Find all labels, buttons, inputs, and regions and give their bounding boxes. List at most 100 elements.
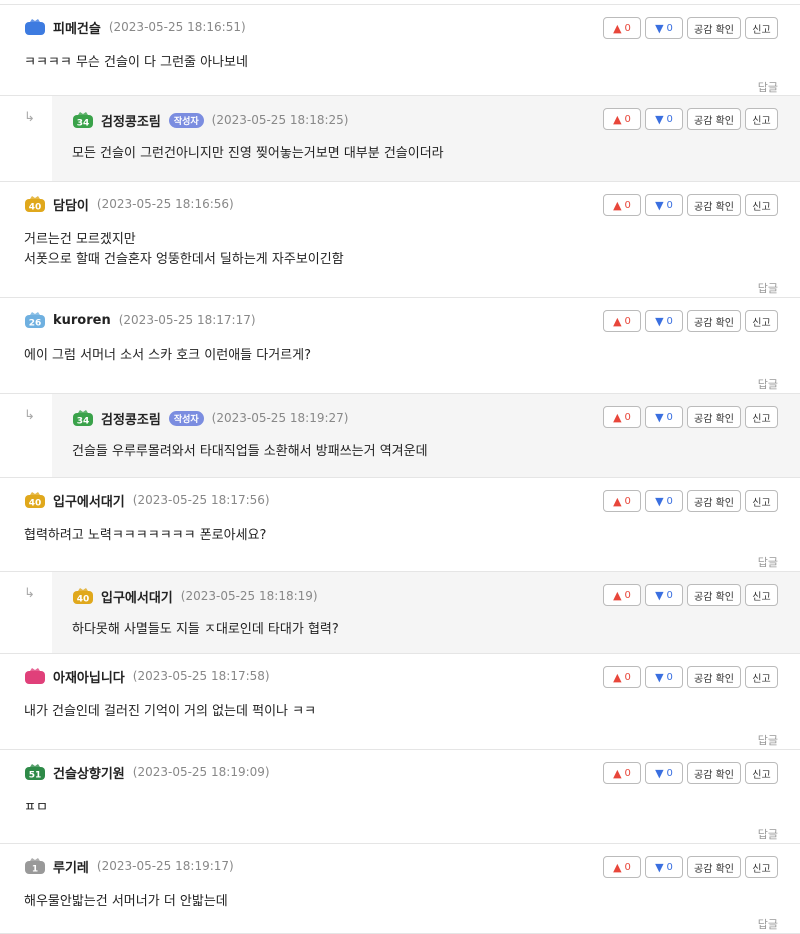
dislike-button[interactable]: ▼ 0 <box>645 194 683 216</box>
thumb-down-icon: ▼ <box>655 860 664 874</box>
reply-link[interactable]: 답글 <box>758 732 778 748</box>
reply-arrow-icon: ↳ <box>24 586 35 601</box>
dislike-button[interactable]: ▼ 0 <box>645 584 683 606</box>
dislike-button[interactable]: ▼ 0 <box>645 762 683 784</box>
report-button[interactable]: 신고 <box>745 584 778 606</box>
comment-text: 해우물안밟는건 서머너가 더 안밟는데 <box>24 894 228 909</box>
like-button[interactable]: ▲ 0 <box>603 856 641 878</box>
author-badge: 작성자 <box>168 410 204 426</box>
svg-text:40: 40 <box>29 499 42 509</box>
nickname[interactable]: 담담이 <box>53 195 89 214</box>
report-button[interactable]: 신고 <box>745 17 778 39</box>
nickname[interactable]: 피메건슬 <box>53 18 101 37</box>
reply-link[interactable]: 답글 <box>758 826 778 842</box>
report-button[interactable]: 신고 <box>745 856 778 878</box>
level-badge-icon: 26 <box>25 312 45 329</box>
thumb-up-icon: ▲ <box>613 494 622 508</box>
empathy-check-button[interactable]: 공감 확인 <box>687 406 741 428</box>
like-button[interactable]: ▲ 0 <box>603 108 641 130</box>
level-badge-icon: 40 <box>73 588 93 605</box>
reply-link[interactable]: 답글 <box>758 554 778 570</box>
report-button[interactable]: 신고 <box>745 194 778 216</box>
level-badge-icon: 40 <box>25 196 45 213</box>
dislike-button[interactable]: ▼ 0 <box>645 490 683 512</box>
level-badge-icon: 1 <box>25 858 45 875</box>
thumb-up-icon: ▲ <box>613 112 622 126</box>
like-count: 0 <box>624 767 631 779</box>
empathy-check-button[interactable]: 공감 확인 <box>687 108 741 130</box>
dislike-count: 0 <box>666 589 673 601</box>
comment-header: 40 담담이 (2023-05-25 18:16:56) <box>24 194 234 214</box>
dislike-button[interactable]: ▼ 0 <box>645 17 683 39</box>
like-button[interactable]: ▲ 0 <box>603 17 641 39</box>
svg-text:34: 34 <box>77 119 90 129</box>
report-button[interactable]: 신고 <box>745 310 778 332</box>
dislike-count: 0 <box>666 411 673 423</box>
nickname[interactable]: 입구에서대기 <box>53 491 125 510</box>
comment-actions: ▲ 0 ▼ 0 공감 확인 신고 <box>603 490 778 512</box>
report-button[interactable]: 신고 <box>745 108 778 130</box>
reply-item: ↳ 34 검정콩조림 작성자 (2023-05-25 18:18:25) 모든 건슬이 그… <box>0 96 800 182</box>
dislike-button[interactable]: ▼ 0 <box>645 666 683 688</box>
comment-item: 피메건슬 (2023-05-25 18:16:51) ㅋㅋㅋㅋ 무슨 건슬이 다 그… <box>0 4 800 96</box>
empathy-check-button[interactable]: 공감 확인 <box>687 194 741 216</box>
nickname[interactable]: 건슬상향기원 <box>53 763 125 782</box>
like-button[interactable]: ▲ 0 <box>603 310 641 332</box>
reply-link[interactable]: 답글 <box>758 79 778 95</box>
nickname[interactable]: 아재아닙니다 <box>53 667 125 686</box>
like-button[interactable]: ▲ 0 <box>603 666 641 688</box>
comment-text: ㅍㅁ <box>24 800 48 815</box>
dislike-button[interactable]: ▼ 0 <box>645 108 683 130</box>
nickname[interactable]: kuroren <box>53 313 111 328</box>
empathy-check-button[interactable]: 공감 확인 <box>687 856 741 878</box>
thumb-down-icon: ▼ <box>655 494 664 508</box>
reply-item: ↳ 34 검정콩조림 작성자 (2023-05-25 18:19:27) 건슬들 우루루몰… <box>0 394 800 478</box>
dislike-button[interactable]: ▼ 0 <box>645 310 683 332</box>
like-count: 0 <box>624 671 631 683</box>
comment-actions: ▲ 0 ▼ 0 공감 확인 신고 <box>603 17 778 39</box>
report-button[interactable]: 신고 <box>745 406 778 428</box>
like-count: 0 <box>624 199 631 211</box>
nickname[interactable]: 루기레 <box>53 857 89 876</box>
like-button[interactable]: ▲ 0 <box>603 490 641 512</box>
comment-header: 아재아닙니다 (2023-05-25 18:17:58) <box>24 666 270 686</box>
report-button[interactable]: 신고 <box>745 490 778 512</box>
comment-item: 40 담담이 (2023-05-25 18:16:56) 거르는건 모르겠지만 서폿으… <box>0 182 800 298</box>
empathy-check-button[interactable]: 공감 확인 <box>687 762 741 784</box>
comment-date: (2023-05-25 18:18:25) <box>211 113 349 127</box>
nickname[interactable]: 입구에서대기 <box>101 587 173 606</box>
like-button[interactable]: ▲ 0 <box>603 584 641 606</box>
nickname[interactable]: 검정콩조림 <box>101 111 161 130</box>
like-button[interactable]: ▲ 0 <box>603 194 641 216</box>
comment-actions: ▲ 0 ▼ 0 공감 확인 신고 <box>603 762 778 784</box>
empathy-check-button[interactable]: 공감 확인 <box>687 584 741 606</box>
comment-item: 아재아닙니다 (2023-05-25 18:17:58) 내가 건슬인데 걸러진 기… <box>0 654 800 750</box>
thumb-down-icon: ▼ <box>655 588 664 602</box>
dislike-button[interactable]: ▼ 0 <box>645 406 683 428</box>
reply-arrow-icon: ↳ <box>24 408 35 423</box>
nickname[interactable]: 검정콩조림 <box>101 409 161 428</box>
thumb-up-icon: ▲ <box>613 860 622 874</box>
dislike-button[interactable]: ▼ 0 <box>645 856 683 878</box>
dislike-count: 0 <box>666 22 673 34</box>
report-button[interactable]: 신고 <box>745 762 778 784</box>
like-button[interactable]: ▲ 0 <box>603 406 641 428</box>
like-count: 0 <box>624 495 631 507</box>
comment-text: ㅋㅋㅋㅋ 무슨 건슬이 다 그런줄 아나보네 <box>24 55 248 70</box>
reply-link[interactable]: 답글 <box>758 916 778 932</box>
reply-link[interactable]: 답글 <box>758 280 778 296</box>
empathy-check-button[interactable]: 공감 확인 <box>687 310 741 332</box>
comment-actions: ▲ 0 ▼ 0 공감 확인 신고 <box>603 194 778 216</box>
empathy-check-button[interactable]: 공감 확인 <box>687 666 741 688</box>
comment-date: (2023-05-25 18:17:58) <box>132 669 270 683</box>
thumb-up-icon: ▲ <box>613 588 622 602</box>
report-button[interactable]: 신고 <box>745 666 778 688</box>
svg-text:34: 34 <box>77 417 90 427</box>
empathy-check-button[interactable]: 공감 확인 <box>687 17 741 39</box>
comment-date: (2023-05-25 18:19:09) <box>132 765 270 779</box>
empathy-check-button[interactable]: 공감 확인 <box>687 490 741 512</box>
reply-link[interactable]: 답글 <box>758 376 778 392</box>
like-button[interactable]: ▲ 0 <box>603 762 641 784</box>
comment-header: 26 kuroren (2023-05-25 18:17:17) <box>24 310 256 330</box>
comment-header: 34 검정콩조림 작성자 (2023-05-25 18:18:25) <box>72 110 348 130</box>
